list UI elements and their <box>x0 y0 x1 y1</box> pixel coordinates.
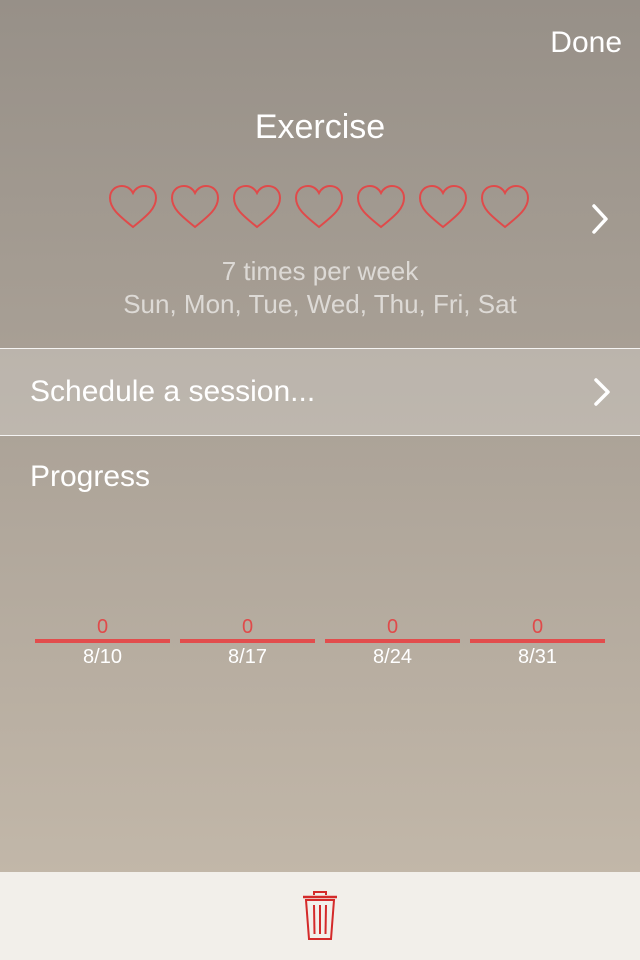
week-bar <box>325 639 460 643</box>
frequency-text: 7 times per week <box>221 256 419 286</box>
week-date: 8/17 <box>228 646 267 668</box>
heart-icon <box>170 184 220 230</box>
week-count: 0 <box>386 616 399 638</box>
heart-icon <box>232 184 282 230</box>
progress-weeks: 0 8/10 0 8/17 0 8/24 0 8/31 <box>35 616 605 676</box>
week-date: 8/10 <box>83 646 122 668</box>
week-bar <box>180 639 315 643</box>
week-count: 0 <box>96 616 109 638</box>
week-count: 0 <box>531 616 544 638</box>
week-date: 8/31 <box>518 646 557 668</box>
heart-icon <box>356 184 406 230</box>
week-column: 0 8/17 <box>180 616 315 676</box>
chevron-right-icon[interactable] <box>590 202 610 236</box>
progress-heading: Progress <box>30 460 151 493</box>
heart-icon <box>294 184 344 230</box>
week-column: 0 8/24 <box>325 616 460 676</box>
chevron-right-icon <box>592 376 612 408</box>
trash-icon[interactable] <box>300 890 340 942</box>
week-bar <box>470 639 605 643</box>
days-text: Sun, Mon, Tue, Wed, Thu, Fri, Sat <box>123 289 517 319</box>
schedule-session-label: Schedule a session... <box>30 375 316 408</box>
week-date: 8/24 <box>373 646 412 668</box>
habit-title: Exercise <box>254 108 386 146</box>
done-button[interactable]: Done <box>550 26 622 60</box>
schedule-session-row[interactable]: Schedule a session... <box>0 348 640 436</box>
week-column: 0 8/10 <box>35 616 170 676</box>
hearts-row <box>108 184 540 234</box>
week-count: 0 <box>241 616 254 638</box>
heart-icon <box>108 184 158 230</box>
week-column: 0 8/31 <box>470 616 605 676</box>
heart-icon <box>418 184 468 230</box>
bottom-toolbar <box>0 872 640 960</box>
heart-icon <box>480 184 530 230</box>
week-bar <box>35 639 170 643</box>
